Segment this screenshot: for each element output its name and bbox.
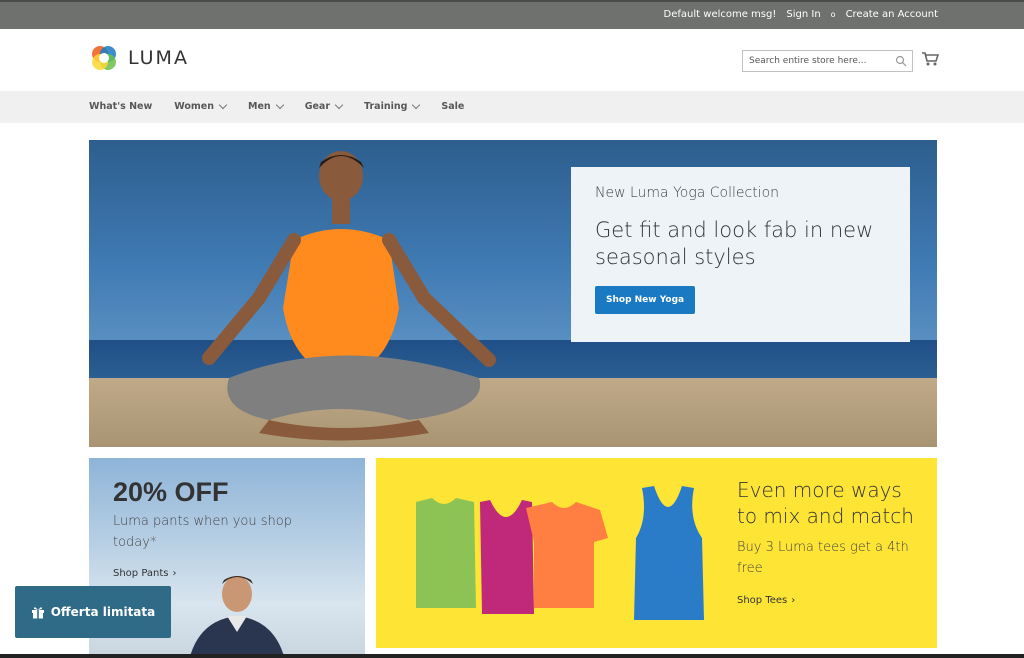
shop-pants-link[interactable]: Shop Pants ›	[113, 568, 177, 579]
nav-item-gear[interactable]: Gear	[304, 100, 344, 112]
tees-image	[416, 486, 704, 620]
top-links: Default welcome msg! Sign In o Create an…	[664, 9, 938, 20]
chevron-right-icon: ›	[172, 568, 177, 579]
promo-pants-title: 20% OFF	[113, 477, 229, 507]
shop-tees-link[interactable]: Shop Tees ›	[737, 595, 795, 606]
limited-offer-button[interactable]: Offerta limitata	[15, 586, 171, 638]
nav-label: What's New	[89, 101, 153, 112]
create-account-link[interactable]: Create an Account	[846, 9, 938, 20]
nav-item-sale[interactable]: Sale	[441, 101, 464, 112]
logo[interactable]: LUMA	[89, 43, 189, 73]
promo-tees-title: Even more ways to mix and match	[737, 478, 914, 528]
shop-tees-label: Shop Tees	[737, 595, 788, 606]
search-input[interactable]: Search entire store here...	[742, 50, 913, 72]
shop-pants-label: Shop Pants	[113, 568, 169, 579]
sign-in-link[interactable]: Sign In	[786, 9, 820, 20]
hero-subtitle: New Luma Yoga Collection	[595, 185, 780, 201]
nav-label: Gear	[304, 101, 331, 112]
hero-title: Get fit and look fab in new seasonal sty…	[595, 218, 874, 269]
limited-offer-label: Offerta limitata	[50, 605, 156, 619]
chevron-down-icon	[218, 100, 228, 110]
bottom-edge-bar	[0, 654, 1024, 658]
chevron-down-icon	[334, 100, 344, 110]
nav-label: Sale	[441, 101, 465, 112]
search-icon[interactable]	[895, 55, 907, 67]
chevron-down-icon	[412, 100, 421, 110]
main-navigation: What's New Women Men Gear Training Sale	[0, 91, 1024, 123]
cart-icon[interactable]	[921, 51, 939, 67]
hero-text-box: New Luma Yoga Collection Get fit and loo…	[571, 167, 910, 342]
nav-item-men[interactable]: Men	[248, 100, 284, 112]
nav-label: Men	[248, 101, 271, 112]
nav-item-training[interactable]: Training	[364, 100, 421, 112]
link-separator: o	[830, 10, 836, 19]
yoga-woman-image	[202, 151, 496, 441]
promo-tees-text: Buy 3 Luma tees get a 4th free	[737, 540, 909, 576]
gift-icon	[31, 607, 44, 619]
nav-item-whats-new[interactable]: What's New	[89, 101, 152, 112]
chevron-down-icon	[275, 100, 284, 110]
man-image	[190, 576, 284, 654]
nav-label: Women	[174, 101, 215, 112]
welcome-message: Default welcome msg!	[663, 9, 777, 20]
logo-text: LUMA	[128, 47, 189, 69]
luma-logo-icon	[92, 46, 116, 70]
top-bar: Default welcome msg! Sign In o Create an…	[0, 0, 1024, 29]
header: LUMA Search entire store here...	[0, 29, 1024, 91]
search-placeholder: Search entire store here...	[749, 56, 867, 66]
promo-pants-text: Luma pants when you shop today*	[113, 514, 292, 550]
chevron-right-icon: ›	[791, 595, 796, 606]
nav-label: Training	[364, 101, 408, 112]
promo-tees[interactable]: Even more ways to mix and match Buy 3 Lu…	[376, 458, 937, 648]
nav-item-women[interactable]: Women	[174, 100, 228, 112]
hero-banner[interactable]: New Luma Yoga Collection Get fit and loo…	[89, 140, 937, 447]
shop-new-yoga-button[interactable]: Shop New Yoga	[595, 286, 696, 315]
